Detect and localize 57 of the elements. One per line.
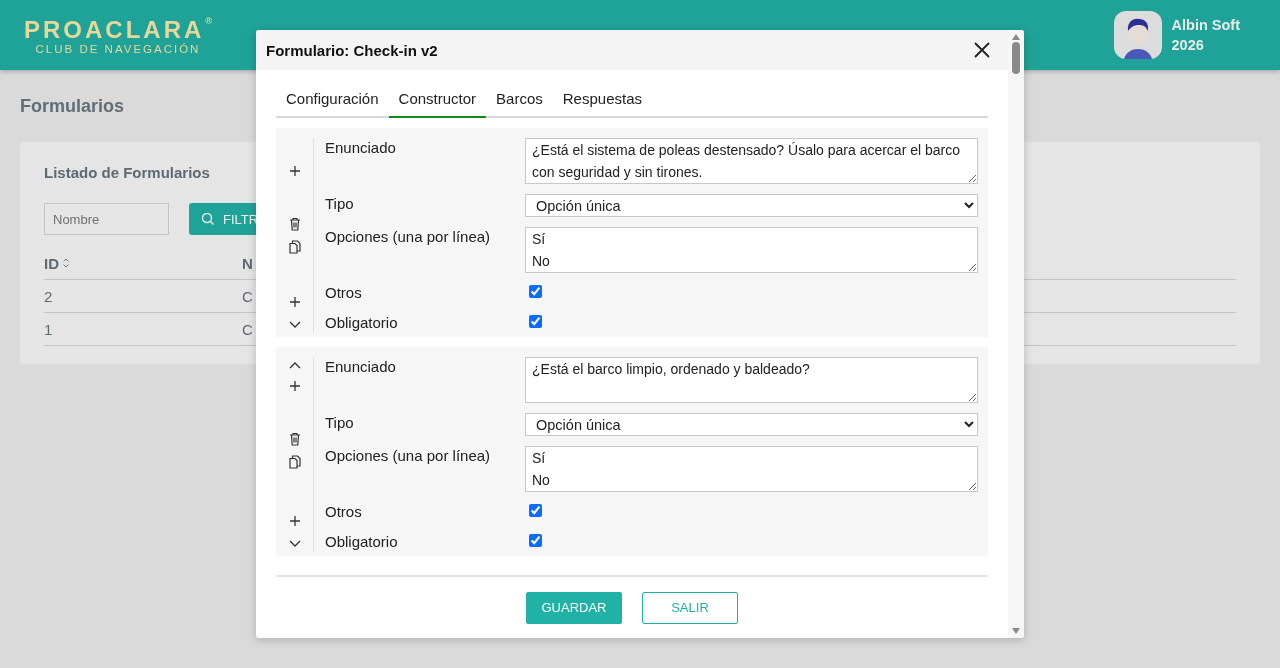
chevron-down-icon[interactable]	[287, 538, 302, 548]
trash-icon[interactable]	[288, 217, 301, 231]
table-cell: C	[242, 287, 253, 305]
copy-icon[interactable]	[288, 455, 301, 469]
options-field[interactable]: Sí No	[525, 227, 978, 273]
field-label: Tipo	[325, 413, 354, 433]
logo-name: PROACLARA®	[24, 15, 212, 43]
field-label: Otros	[325, 502, 362, 522]
card-title: Listado de Formularios	[44, 164, 210, 181]
column-header[interactable]: ID	[44, 254, 70, 272]
copy-icon[interactable]	[288, 240, 301, 254]
type-select[interactable]: Opción única	[525, 413, 978, 436]
avatar-icon	[1113, 11, 1162, 59]
page-title: Formularios	[20, 96, 125, 117]
table-cell: 2	[44, 287, 53, 305]
dialog-title: Formulario: Check-in v2	[266, 41, 438, 59]
add-icon[interactable]	[287, 514, 302, 528]
tab[interactable]: Barcos	[486, 82, 553, 118]
chevron-up-icon[interactable]	[287, 361, 302, 371]
close-icon[interactable]	[974, 42, 990, 58]
scrollbar-thumb[interactable]	[1012, 42, 1020, 74]
field-label: Obligatorio	[325, 313, 398, 333]
search-icon	[201, 212, 215, 226]
field-label: Enunciado	[325, 138, 396, 158]
field-label: Opciones (una por línea)	[325, 446, 491, 466]
other-checkbox[interactable]	[529, 504, 542, 517]
type-select[interactable]: Opción única	[525, 194, 978, 217]
statement-field[interactable]: ¿Está el barco limpio, ordenado y baldeado?	[525, 357, 978, 403]
chevron-down-icon[interactable]	[287, 319, 302, 329]
user-name: Albin Soft	[1171, 16, 1240, 35]
name-filter-field[interactable]: Nombre	[44, 203, 169, 235]
table-cell: 1	[44, 320, 53, 338]
other-checkbox[interactable]	[529, 285, 542, 298]
column-header[interactable]: N	[242, 254, 253, 272]
scrollbar[interactable]	[1008, 30, 1024, 638]
field-label: Otros	[325, 283, 362, 303]
add-icon[interactable]	[287, 379, 302, 393]
tab[interactable]: Constructor	[388, 82, 487, 118]
trash-icon[interactable]	[288, 432, 301, 446]
add-icon[interactable]	[287, 295, 302, 309]
statement-field[interactable]: ¿Está el sistema de poleas destensado? Úsalo para acercar el barco con seguridad y sin tirones.	[525, 138, 978, 184]
sort-icon	[62, 257, 70, 269]
table-cell: C	[242, 320, 253, 338]
scroll-down-icon[interactable]	[1012, 628, 1020, 634]
field-label: Obligatorio	[325, 532, 398, 552]
required-checkbox[interactable]	[529, 534, 542, 547]
tab[interactable]: Respuestas	[552, 82, 652, 118]
required-checkbox[interactable]	[529, 315, 542, 328]
field-label: Tipo	[325, 194, 354, 214]
tab[interactable]: Configuración	[276, 82, 389, 118]
options-field[interactable]: Sí No	[525, 446, 978, 492]
scroll-up-icon[interactable]	[1012, 34, 1020, 40]
user-year: 2026	[1171, 36, 1205, 55]
field-label: Enunciado	[325, 357, 396, 377]
logo-subtitle: CLUB DE NAVEGACIÓN	[35, 42, 201, 55]
field-label: Opciones (una por línea)	[325, 227, 491, 247]
add-icon[interactable]	[287, 164, 302, 178]
